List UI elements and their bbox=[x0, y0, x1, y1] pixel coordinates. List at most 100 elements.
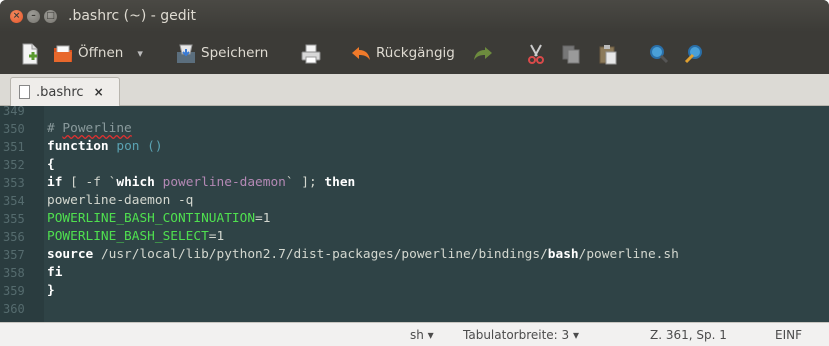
copy-icon bbox=[560, 43, 580, 64]
code-line: 359} bbox=[0, 282, 829, 300]
copy-button[interactable] bbox=[560, 40, 580, 66]
code-text: } bbox=[47, 282, 55, 300]
document-icon bbox=[19, 85, 30, 99]
toolbar: Öffnen ▾ Speichern Rückgängig bbox=[0, 32, 829, 74]
line-number: 349 bbox=[3, 106, 25, 118]
code-line: 353 if [ -f `which powerline-daemon` ]; t… bbox=[0, 174, 829, 192]
code-token: pon () bbox=[116, 139, 163, 154]
line-number: 358 bbox=[3, 266, 25, 280]
code-token: /powerline.sh bbox=[578, 247, 679, 262]
line-number: 350 bbox=[3, 122, 25, 136]
code-line: 350 # Powerline bbox=[0, 120, 829, 138]
code-line: 354 powerline-daemon -q bbox=[0, 192, 829, 210]
open-button[interactable]: Öffnen ▾ bbox=[52, 40, 143, 66]
redo-button[interactable] bbox=[472, 40, 492, 66]
new-document-icon bbox=[20, 43, 40, 65]
undo-label: Rückgängig bbox=[376, 45, 455, 61]
line-number: 360 bbox=[3, 302, 25, 316]
replace-icon bbox=[683, 43, 703, 64]
code-line: 349 bbox=[0, 106, 829, 120]
code-token: POWERLINE_BASH_SELECT bbox=[47, 229, 209, 244]
line-number: 354 bbox=[3, 194, 25, 208]
code-token: ` ]; bbox=[285, 175, 325, 190]
language-selector[interactable]: sh ▾ bbox=[410, 328, 434, 342]
code-token: # bbox=[47, 121, 63, 136]
code-token: bash bbox=[547, 247, 579, 262]
tab-label: .bashrc bbox=[36, 84, 84, 100]
save-label: Speichern bbox=[201, 45, 269, 61]
line-number: 352 bbox=[3, 158, 25, 172]
code-token: =1 bbox=[255, 211, 271, 226]
line-number: 359 bbox=[3, 284, 25, 298]
insert-mode: EINF bbox=[775, 328, 802, 342]
maximize-icon[interactable]: □ bbox=[44, 10, 57, 23]
save-button[interactable]: Speichern bbox=[175, 40, 268, 66]
replace-button[interactable] bbox=[683, 40, 703, 66]
cut-icon bbox=[525, 43, 545, 64]
undo-icon bbox=[350, 43, 370, 63]
code-text: { bbox=[47, 156, 55, 174]
code-line: 360 bbox=[0, 300, 829, 318]
line-number: 351 bbox=[3, 140, 25, 154]
tab-bar: .bashrc × bbox=[0, 74, 829, 106]
open-folder-icon bbox=[52, 43, 72, 63]
code-text: POWERLINE_BASH_CONTINUATION=1 bbox=[47, 210, 270, 228]
code-text: # Powerline bbox=[47, 120, 132, 138]
redo-icon bbox=[472, 43, 492, 63]
tab-bashrc[interactable]: .bashrc × bbox=[10, 77, 120, 106]
code-token: =1 bbox=[208, 229, 225, 244]
code-line: 356 POWERLINE_BASH_SELECT=1 bbox=[0, 228, 829, 246]
line-number: 356 bbox=[3, 230, 25, 244]
code-token: POWERLINE_BASH_CONTINUATION bbox=[47, 211, 256, 226]
tab-width-selector[interactable]: Tabulatorbreite: 3 ▾ bbox=[463, 328, 579, 342]
code-token: powerline-daemon -q bbox=[47, 193, 194, 208]
print-icon bbox=[300, 43, 321, 64]
open-label: Öffnen bbox=[78, 45, 124, 61]
minimize-icon[interactable]: – bbox=[27, 10, 40, 23]
paste-icon bbox=[597, 43, 617, 65]
search-button[interactable] bbox=[648, 40, 669, 66]
tab-close-icon[interactable]: × bbox=[94, 85, 104, 99]
code-text: POWERLINE_BASH_SELECT=1 bbox=[47, 228, 224, 246]
new-button[interactable] bbox=[20, 40, 40, 66]
window-title: .bashrc (~) - gedit bbox=[68, 8, 197, 24]
code-editor[interactable]: 349 350 # Powerline 351 function pon () 352 {3… bbox=[0, 106, 829, 322]
cut-button[interactable] bbox=[525, 40, 545, 66]
code-token: source bbox=[47, 247, 94, 262]
line-number: 357 bbox=[3, 248, 25, 262]
chevron-down-icon[interactable]: ▾ bbox=[137, 47, 143, 60]
code-line: 357 source /usr/local/lib/python2.7/dist-… bbox=[0, 246, 829, 264]
close-icon[interactable]: × bbox=[10, 10, 23, 23]
code-token: function bbox=[47, 139, 109, 154]
code-line: 358 fi bbox=[0, 264, 829, 282]
code-token: which bbox=[116, 175, 155, 190]
title-bar: × – □ .bashrc (~) - gedit bbox=[0, 0, 829, 32]
code-text: powerline-daemon -q bbox=[47, 192, 193, 210]
search-icon bbox=[648, 43, 669, 64]
code-token: { bbox=[47, 157, 55, 172]
code-line: 355 POWERLINE_BASH_CONTINUATION=1 bbox=[0, 210, 829, 228]
cursor-position: Z. 361, Sp. 1 bbox=[650, 328, 727, 342]
save-icon bbox=[175, 43, 195, 63]
status-bar: sh ▾ Tabulatorbreite: 3 ▾ Z. 361, Sp. 1 … bbox=[0, 322, 829, 346]
print-button[interactable] bbox=[300, 40, 321, 66]
code-token: then bbox=[324, 175, 356, 190]
code-text: function pon () bbox=[47, 138, 163, 156]
code-line: 352 { bbox=[0, 156, 829, 174]
undo-button[interactable]: Rückgängig bbox=[350, 40, 455, 66]
line-number: 355 bbox=[3, 212, 25, 226]
code-token: if bbox=[47, 175, 63, 190]
code-line: 351 function pon () bbox=[0, 138, 829, 156]
line-number: 353 bbox=[3, 176, 25, 190]
code-text: source /usr/local/lib/python2.7/dist-pac… bbox=[47, 246, 679, 264]
code-token: fi bbox=[47, 265, 63, 280]
paste-button[interactable] bbox=[597, 40, 617, 66]
code-token: [ -f ` bbox=[62, 175, 117, 190]
code-token: powerline-daemon bbox=[162, 175, 286, 190]
code-text: fi bbox=[47, 264, 62, 282]
code-token: /usr/local/lib/python2.7/dist-packages/p… bbox=[93, 247, 548, 262]
code-token: } bbox=[47, 283, 55, 298]
code-text: if [ -f `which powerline-daemon` ]; then bbox=[47, 174, 355, 192]
gedit-window: × – □ .bashrc (~) - gedit Öffnen ▾ Speic… bbox=[0, 0, 829, 346]
